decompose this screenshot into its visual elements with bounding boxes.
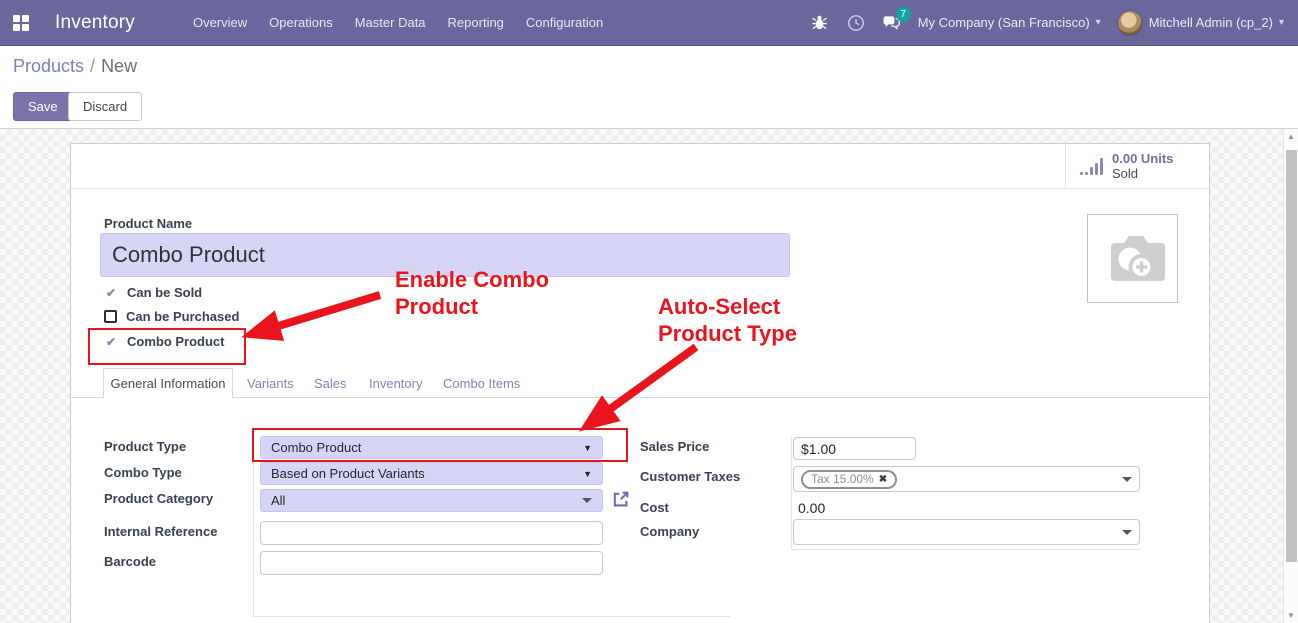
dropdown-caret-icon	[1122, 477, 1132, 482]
barcode-input[interactable]	[260, 551, 603, 575]
main-menus: Overview Operations Master Data Reportin…	[191, 11, 605, 34]
annotation-auto-select: Auto-Select Product Type	[658, 293, 797, 347]
can-be-sold-label: Can be Sold	[127, 285, 202, 300]
user-name: Mitchell Admin (cp_2)	[1149, 15, 1273, 30]
app-title[interactable]: Inventory	[55, 12, 135, 34]
save-button[interactable]: Save	[13, 92, 73, 121]
company-name: My Company (San Francisco)	[918, 15, 1090, 30]
can-be-purchased-label: Can be Purchased	[126, 309, 239, 324]
combo-type-value: Based on Product Variants	[271, 466, 425, 481]
stat-label: Sold	[1112, 166, 1173, 181]
discard-button[interactable]: Discard	[68, 92, 142, 121]
can-be-purchased-checkbox[interactable]	[104, 310, 117, 323]
chevron-down-icon: ▾	[1096, 17, 1101, 28]
product-type-value: Combo Product	[271, 440, 361, 455]
messages-count-badge: 7	[896, 7, 911, 22]
messages-icon[interactable]: 7	[882, 13, 902, 33]
dropdown-caret-icon	[582, 498, 592, 503]
units-sold-stat-button[interactable]: 0.00 Units Sold	[1065, 144, 1209, 188]
user-menu[interactable]: Mitchell Admin (cp_2) ▾	[1117, 10, 1284, 36]
can-be-purchased-row: Can be Purchased	[104, 309, 239, 324]
combo-product-checkbox[interactable]	[104, 335, 118, 349]
right-group-bottom-border	[791, 549, 1140, 550]
stat-value: 0.00 Units	[1112, 151, 1173, 166]
product-type-select[interactable]: Combo Product ▼	[260, 436, 603, 459]
select-caret-icon: ▼	[583, 443, 592, 453]
form-sheet	[70, 143, 1210, 623]
menu-operations[interactable]: Operations	[267, 11, 335, 34]
navbar-systray: 7 My Company (San Francisco) ▾ Mitchell …	[810, 10, 1284, 36]
company-switcher[interactable]: My Company (San Francisco) ▾	[918, 15, 1101, 30]
left-group-bottom-border	[253, 616, 730, 617]
combo-product-row: Combo Product	[104, 334, 225, 349]
menu-overview[interactable]: Overview	[191, 11, 249, 34]
cost-label: Cost	[640, 500, 669, 515]
tab-sales[interactable]: Sales	[314, 376, 347, 391]
barcode-label: Barcode	[104, 554, 156, 569]
internal-reference-label: Internal Reference	[104, 524, 217, 539]
can-be-sold-row: Can be Sold	[104, 285, 202, 300]
tab-combo-items[interactable]: Combo Items	[443, 376, 520, 391]
tax-tag: Tax 15.00% ✖	[801, 470, 897, 489]
combo-product-label: Combo Product	[127, 334, 225, 349]
dropdown-caret-icon	[1122, 530, 1132, 535]
debug-bug-icon[interactable]	[810, 13, 830, 33]
breadcrumb: Products / New	[13, 56, 137, 77]
select-caret-icon: ▼	[583, 469, 592, 479]
apps-grid-icon[interactable]	[13, 15, 29, 31]
company-field[interactable]	[793, 519, 1140, 545]
can-be-sold-checkbox[interactable]	[104, 286, 118, 300]
scroll-down-icon[interactable]: ▼	[1287, 611, 1295, 620]
tax-tag-label: Tax 15.00%	[811, 472, 874, 486]
top-navbar: Inventory Overview Operations Master Dat…	[0, 0, 1298, 46]
remove-tag-icon[interactable]: ✖	[879, 474, 887, 485]
vertical-scrollbar[interactable]: ▲ ▼	[1283, 129, 1298, 623]
breadcrumb-current: New	[101, 56, 137, 76]
menu-master-data[interactable]: Master Data	[353, 11, 428, 34]
product-name-value: Combo Product	[112, 242, 265, 268]
camera-plus-icon	[1100, 230, 1166, 288]
product-category-label: Product Category	[104, 491, 213, 506]
tab-inventory[interactable]: Inventory	[369, 376, 422, 391]
product-image-upload[interactable]	[1087, 214, 1178, 303]
company-label: Company	[640, 524, 699, 539]
product-category-field[interactable]: All	[260, 489, 603, 512]
combo-type-select[interactable]: Based on Product Variants ▼	[260, 462, 603, 485]
sales-price-label: Sales Price	[640, 439, 709, 454]
chevron-down-icon: ▾	[1279, 17, 1284, 28]
tab-variants[interactable]: Variants	[247, 376, 294, 391]
left-group-separator	[253, 430, 254, 616]
breadcrumb-products-link[interactable]: Products	[13, 56, 84, 76]
cost-value: 0.00	[798, 500, 825, 516]
control-panel: Products / New Save Discard	[0, 46, 1298, 129]
bar-chart-icon	[1080, 158, 1103, 175]
annotation-enable-combo: Enable Combo Product	[395, 266, 549, 320]
internal-reference-input[interactable]	[260, 521, 603, 545]
right-group-separator	[791, 437, 792, 549]
product-category-value: All	[271, 493, 285, 508]
product-name-label: Product Name	[104, 216, 192, 231]
tab-general-information[interactable]: General Information	[103, 368, 233, 398]
sales-price-input[interactable]: $1.00	[793, 437, 916, 460]
scroll-up-icon[interactable]: ▲	[1287, 132, 1295, 141]
customer-taxes-label: Customer Taxes	[640, 469, 740, 484]
customer-taxes-field[interactable]: Tax 15.00% ✖	[793, 466, 1140, 492]
combo-type-label: Combo Type	[104, 465, 182, 480]
button-box-divider	[71, 188, 1209, 189]
product-type-label: Product Type	[104, 439, 186, 454]
menu-reporting[interactable]: Reporting	[446, 11, 506, 34]
breadcrumb-separator: /	[90, 56, 95, 76]
avatar	[1117, 10, 1143, 36]
scrollbar-thumb[interactable]	[1286, 150, 1297, 562]
sales-price-value: $1.00	[801, 441, 836, 457]
tabs-underline	[71, 397, 1209, 398]
external-link-icon[interactable]	[611, 490, 630, 514]
menu-configuration[interactable]: Configuration	[524, 11, 605, 34]
activities-clock-icon[interactable]	[846, 13, 866, 33]
